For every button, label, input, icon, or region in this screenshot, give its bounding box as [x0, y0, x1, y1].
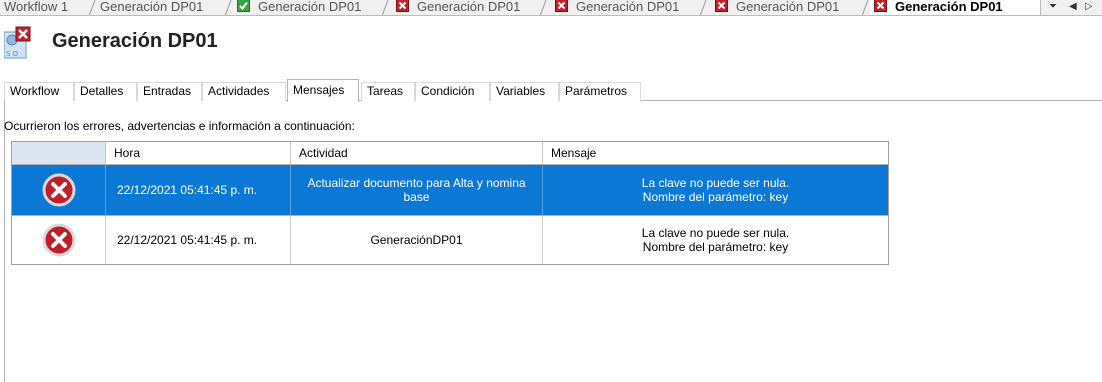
document-header: S O Generación DP01 — [0, 26, 400, 66]
tab-mensajes[interactable]: Mensajes — [287, 79, 359, 102]
mensaje-line: Nombre del parámetro: key — [642, 190, 789, 204]
scroll-left-icon[interactable]: ◀ — [1069, 1, 1077, 12]
header-icon-column[interactable] — [12, 142, 106, 164]
tab-actividades[interactable]: Actividades — [202, 82, 286, 101]
cell-hora: 22/12/2021 05:41:45 p. m. — [106, 165, 291, 215]
tab-variables[interactable]: Variables — [490, 82, 559, 101]
doc-tab-generacion-5[interactable]: Generación DP01 — [711, 0, 863, 15]
workflow-document-icon: S O — [4, 26, 31, 59]
doc-tab-generacion-1[interactable]: Generación DP01 — [96, 0, 226, 15]
doc-tab-generacion-2[interactable]: Generación DP01 — [233, 0, 383, 15]
doc-tab-label: Generación DP01 — [100, 0, 204, 14]
doc-tab-label: Workflow 1 — [4, 0, 69, 14]
doc-tab-workflow-1[interactable]: Workflow 1 — [0, 0, 92, 15]
header-actividad[interactable]: Actividad — [291, 142, 543, 164]
doc-tab-generacion-3[interactable]: Generación DP01 — [392, 0, 542, 15]
cell-actividad: Actualizar documento para Alta y nomina … — [291, 165, 543, 215]
header-mensaje[interactable]: Mensaje — [543, 142, 888, 164]
detail-tab-bar: Workflow Detalles Entradas Actividades M… — [4, 79, 1102, 102]
table-row[interactable]: 22/12/2021 05:41:45 p. m. Actualizar doc… — [12, 165, 888, 215]
mensaje-line: La clave no puede ser nula. — [641, 226, 790, 240]
page-title: Generación DP01 — [52, 30, 218, 52]
doc-tab-label: Generación DP01 — [258, 0, 362, 14]
document-tab-strip: Workflow 1 Generación DP01 Generación DP… — [0, 0, 1102, 16]
header-hora[interactable]: Hora — [106, 142, 291, 164]
scroll-right-icon[interactable]: ▷ — [1085, 1, 1093, 12]
row-icon-cell — [12, 216, 106, 264]
mensaje-line: Nombre del parámetro: key — [642, 240, 789, 254]
error-x-icon — [874, 0, 887, 12]
tab-entradas[interactable]: Entradas — [137, 82, 202, 101]
error-x-icon — [715, 0, 728, 12]
tab-separator-icon — [699, 0, 707, 15]
error-x-icon — [396, 0, 409, 12]
tab-separator-icon — [861, 0, 869, 15]
tab-parametros[interactable]: Parámetros — [559, 82, 641, 101]
error-x-icon — [555, 0, 568, 12]
doc-tab-label: Generación DP01 — [895, 0, 1003, 14]
cell-mensaje: La clave no puede ser nula. Nombre del p… — [543, 216, 888, 264]
row-icon-cell — [12, 165, 106, 215]
tab-navigation: ⏷ ◀ ▷ — [1040, 0, 1102, 15]
tab-condicion[interactable]: Condición — [415, 82, 490, 101]
cell-actividad: GeneraciónDP01 — [291, 216, 543, 264]
grid-header: Hora Actividad Mensaje — [12, 142, 888, 165]
doc-tab-label: Generación DP01 — [576, 0, 680, 14]
doc-tab-label: Generación DP01 — [417, 0, 521, 14]
doc-tab-generacion-active[interactable]: Generación DP01 — [870, 0, 1040, 15]
tab-tareas[interactable]: Tareas — [361, 82, 415, 101]
tab-list-dropdown-icon[interactable]: ⏷ — [1049, 1, 1057, 12]
tab-detalles[interactable]: Detalles — [74, 82, 137, 101]
svg-text:S O: S O — [6, 50, 19, 58]
tab-separator-icon — [224, 0, 232, 15]
cell-hora: 22/12/2021 05:41:45 p. m. — [106, 216, 291, 264]
tab-separator-icon — [88, 0, 96, 15]
doc-tab-label: Generación DP01 — [736, 0, 840, 14]
table-row[interactable]: 22/12/2021 05:41:45 p. m. GeneraciónDP01… — [12, 216, 888, 264]
mensaje-line: La clave no puede ser nula. — [641, 176, 790, 190]
check-icon — [237, 0, 250, 12]
tab-workflow[interactable]: Workflow — [4, 82, 74, 101]
tab-separator-icon — [381, 0, 389, 15]
error-icon — [42, 223, 75, 257]
tab-separator-icon — [539, 0, 547, 15]
cell-mensaje: La clave no puede ser nula. Nombre del p… — [543, 165, 888, 215]
doc-tab-generacion-4[interactable]: Generación DP01 — [551, 0, 701, 15]
messages-grid[interactable]: Hora Actividad Mensaje 22/12/2021 05:41:… — [11, 141, 889, 265]
error-icon — [42, 173, 75, 207]
messages-intro-text: Ocurrieron los errores, advertencias e i… — [4, 119, 355, 133]
